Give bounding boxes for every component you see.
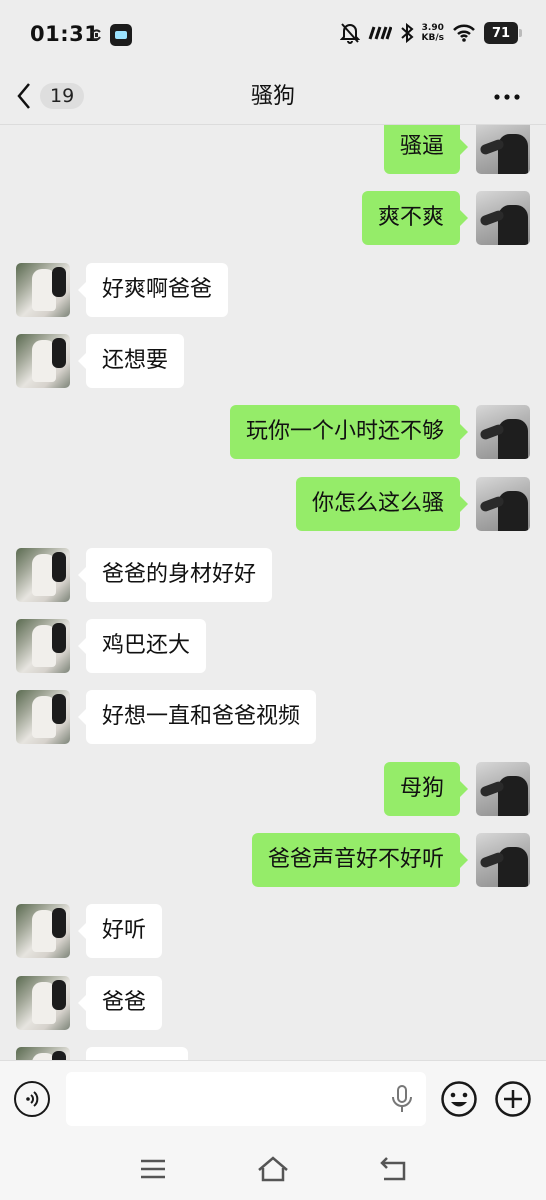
contact-avatar[interactable] bbox=[16, 548, 70, 602]
chat-screen: 01:31 3.90 KB/s 71 19 骚狗 骚逼 爽不爽 好爽啊爸爸 还想… bbox=[0, 0, 546, 1200]
add-attachment-button[interactable] bbox=[494, 1080, 532, 1118]
incoming-message bbox=[0, 1047, 546, 1060]
outgoing-message: 母狗 bbox=[0, 762, 546, 816]
back-button[interactable]: 19 bbox=[16, 76, 85, 116]
system-navigation-bar bbox=[0, 1138, 546, 1200]
message-bubble[interactable]: 好爽啊爸爸 bbox=[77, 263, 229, 317]
incoming-message: 爸爸的身材好好 bbox=[0, 548, 546, 602]
chat-header: 19 骚狗 bbox=[0, 70, 546, 125]
my-avatar[interactable] bbox=[476, 405, 530, 459]
more-options-button[interactable] bbox=[490, 80, 524, 114]
outgoing-message: 爽不爽 bbox=[0, 191, 546, 245]
my-avatar[interactable] bbox=[476, 833, 530, 887]
incoming-message: 好爽啊爸爸 bbox=[0, 263, 546, 317]
message-bubble[interactable]: 鸡巴还大 bbox=[77, 619, 207, 673]
bluetooth-icon bbox=[400, 23, 414, 43]
message-bubble[interactable]: 爸爸的身材好好 bbox=[77, 548, 273, 602]
message-bubble[interactable]: 你怎么这么骚 bbox=[295, 477, 469, 531]
more-icon bbox=[494, 94, 520, 100]
message-bubble[interactable]: 爽不爽 bbox=[361, 191, 469, 245]
contact-avatar[interactable] bbox=[16, 334, 70, 388]
contact-avatar[interactable] bbox=[16, 1047, 70, 1060]
emoji-button[interactable] bbox=[440, 1080, 478, 1118]
incoming-message: 鸡巴还大 bbox=[0, 619, 546, 673]
message-bubble[interactable]: 好想一直和爸爸视频 bbox=[77, 690, 317, 744]
signal-icon bbox=[368, 26, 392, 40]
outgoing-message: 骚逼 bbox=[0, 125, 546, 174]
message-bubble[interactable]: 骚逼 bbox=[383, 125, 469, 174]
contact-avatar[interactable] bbox=[16, 690, 70, 744]
my-avatar[interactable] bbox=[476, 762, 530, 816]
network-speed-unit: KB/s bbox=[421, 33, 444, 43]
unread-count-badge: 19 bbox=[40, 83, 85, 109]
message-bubble[interactable] bbox=[86, 1047, 188, 1060]
message-bubble[interactable]: 好听 bbox=[77, 904, 163, 958]
back-nav-icon[interactable] bbox=[378, 1152, 412, 1186]
status-bar: 01:31 3.90 KB/s 71 bbox=[0, 0, 546, 70]
message-bubble[interactable]: 母狗 bbox=[383, 762, 469, 816]
contact-avatar[interactable] bbox=[16, 619, 70, 673]
contact-avatar[interactable] bbox=[16, 904, 70, 958]
home-icon[interactable] bbox=[256, 1152, 290, 1186]
my-avatar[interactable] bbox=[476, 477, 530, 531]
wifi-icon bbox=[453, 24, 475, 42]
outgoing-message: 爸爸声音好不好听 bbox=[0, 833, 546, 887]
microphone-icon[interactable] bbox=[388, 1084, 416, 1114]
my-avatar[interactable] bbox=[476, 191, 530, 245]
status-left-icons bbox=[88, 24, 132, 46]
message-list[interactable]: 骚逼爽不爽好爽啊爸爸还想要 玩你一个小时还不够你怎么这么骚 爸爸的身材好好 鸡巴还大好… bbox=[0, 125, 546, 1060]
incoming-message: 还想要 bbox=[0, 334, 546, 388]
voice-mode-button[interactable] bbox=[14, 1081, 50, 1117]
my-avatar[interactable] bbox=[476, 125, 530, 174]
incoming-message: 好听 bbox=[0, 904, 546, 958]
status-right-icons: 3.90 KB/s 71 bbox=[339, 22, 522, 44]
network-speed: 3.90 KB/s bbox=[422, 23, 444, 43]
incoming-message: 好想一直和爸爸视频 bbox=[0, 690, 546, 744]
message-bubble[interactable]: 玩你一个小时还不够 bbox=[229, 405, 469, 459]
network-speed-value: 3.90 bbox=[421, 23, 444, 33]
menu-icon[interactable] bbox=[136, 1152, 170, 1186]
outgoing-message: 玩你一个小时还不够 bbox=[0, 405, 546, 459]
message-bubble[interactable]: 爸爸声音好不好听 bbox=[251, 833, 469, 887]
battery-icon: 71 bbox=[484, 22, 522, 44]
message-bubble[interactable]: 爸爸 bbox=[77, 976, 163, 1030]
mute-bell-icon bbox=[339, 23, 360, 44]
outgoing-message: 你怎么这么骚 bbox=[0, 477, 546, 531]
sync-icon bbox=[91, 29, 101, 41]
voice-wave-icon bbox=[26, 1091, 39, 1107]
chevron-left-icon bbox=[17, 83, 30, 109]
app-notification-icon bbox=[110, 24, 132, 46]
incoming-message: 爸爸 bbox=[0, 976, 546, 1030]
battery-level: 71 bbox=[491, 25, 511, 41]
message-input[interactable] bbox=[66, 1072, 426, 1126]
contact-avatar[interactable] bbox=[16, 976, 70, 1030]
input-bar bbox=[0, 1060, 546, 1139]
message-bubble[interactable]: 还想要 bbox=[77, 334, 185, 388]
contact-avatar[interactable] bbox=[16, 263, 70, 317]
